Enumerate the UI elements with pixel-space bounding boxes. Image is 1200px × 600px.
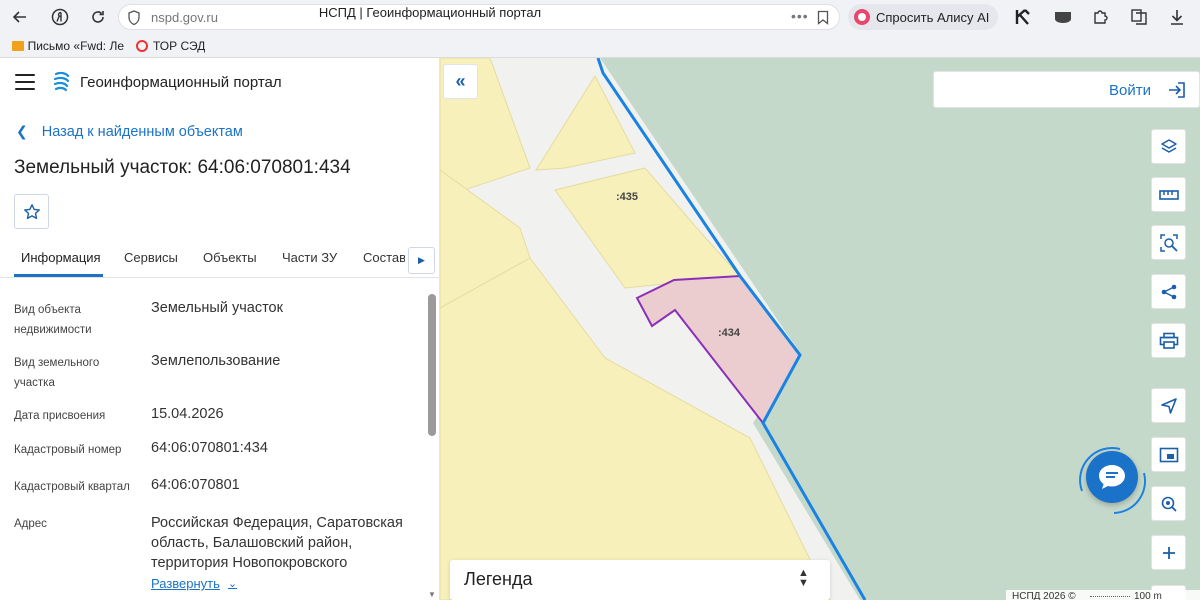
- alice-button-label: Спросить Алису AI: [876, 9, 990, 25]
- triangle-right-icon: ▶: [418, 255, 425, 265]
- zoom-in-button[interactable]: [1151, 535, 1186, 570]
- menu-icon[interactable]: [15, 74, 35, 90]
- collapse-panel-button[interactable]: «: [443, 64, 478, 99]
- legend-toggle-icon[interactable]: ▲ ▼: [798, 568, 809, 589]
- chat-bubble-icon: [1099, 465, 1125, 489]
- login-button[interactable]: Войти: [1109, 82, 1151, 99]
- star-icon: [23, 203, 40, 219]
- minimap-button[interactable]: [1151, 437, 1186, 472]
- parcel-label-435: :435: [616, 191, 639, 203]
- tab-objects[interactable]: Объекты: [203, 250, 257, 265]
- chat-widget[interactable]: [1074, 443, 1150, 519]
- bookmark-mail-label: Письмо «Fwd: Ле: [27, 39, 124, 53]
- ruler-icon: [1158, 189, 1179, 200]
- layers-button[interactable]: [1151, 129, 1186, 164]
- mail-icon: [12, 41, 24, 51]
- search-location-button[interactable]: [1151, 486, 1186, 521]
- tab-composition[interactable]: Состав: [363, 250, 405, 265]
- download-icon[interactable]: [1166, 6, 1188, 28]
- row-label: Дата присвоения: [14, 410, 106, 422]
- site-info-icon[interactable]: [127, 10, 141, 31]
- minimap-icon: [1159, 447, 1178, 462]
- favorite-button[interactable]: [14, 194, 49, 229]
- row-label: Вид земельного участка: [14, 357, 100, 389]
- search-location-icon: [1161, 496, 1177, 512]
- browser-chrome: nspd.gov.ru ••• НСПД | Геоинформационный…: [0, 0, 1200, 58]
- select-area-button[interactable]: [1151, 225, 1186, 260]
- select-area-icon: [1159, 233, 1178, 252]
- row-value: Земельный участок: [151, 300, 283, 316]
- kaspersky-extension-icon[interactable]: [1012, 6, 1034, 28]
- expand-label: Развернуть: [151, 576, 220, 591]
- layers-icon: [1160, 138, 1177, 153]
- object-title: Земельный участок: 64:06:070801:434: [14, 157, 351, 178]
- tab-information[interactable]: Информация: [21, 250, 101, 265]
- print-icon: [1159, 332, 1178, 349]
- row-label: Вид объекта недвижимости: [14, 304, 92, 336]
- address-value: Российская Федерация, Саратовская област…: [151, 515, 403, 571]
- row-label: Кадастровый квартал: [14, 481, 130, 493]
- zoom-in-icon: [1162, 546, 1175, 559]
- double-chevron-left-icon: «: [455, 71, 466, 91]
- scroll-down-arrow-icon[interactable]: ▼: [428, 590, 436, 599]
- scale-bar: НСПД 2026 © 100 m: [1006, 590, 1200, 600]
- locate-icon: [1160, 397, 1177, 414]
- land-parcel-n: [535, 74, 636, 171]
- bookmark-tor-sed[interactable]: ТОР СЭД: [136, 39, 205, 53]
- row-label: Адрес: [14, 518, 47, 530]
- alice-icon: [854, 9, 870, 25]
- share-button[interactable]: [1151, 274, 1186, 309]
- tab-services[interactable]: Сервисы: [124, 250, 178, 265]
- reload-icon[interactable]: [86, 5, 110, 29]
- sign-in-icon: [1167, 80, 1187, 105]
- ring-icon: [136, 40, 148, 52]
- chevron-left-icon: ❮: [16, 123, 28, 139]
- parcel-label-434: :434: [718, 327, 741, 339]
- collections-icon[interactable]: [1128, 6, 1150, 28]
- page-title: НСПД | Геоинформационный портал: [318, 5, 542, 20]
- expand-link[interactable]: Развернуть ⌄: [151, 576, 237, 591]
- row-label: Кадастровый номер: [14, 444, 122, 456]
- map-view[interactable]: :435 :434 « Войти Легенда ▲ ▼ НСПД 2026 …: [440, 58, 1200, 600]
- wallet-extension-icon[interactable]: [1052, 6, 1074, 28]
- chat-button[interactable]: [1086, 451, 1138, 503]
- more-dots-icon[interactable]: •••: [791, 8, 809, 24]
- ruler-button[interactable]: [1151, 177, 1186, 212]
- legend-panel[interactable]: Легенда ▲ ▼: [450, 560, 830, 600]
- object-tabs: Информация Сервисы Объекты Части ЗУ Сост…: [0, 236, 439, 278]
- yandex-logo-icon[interactable]: [48, 5, 72, 29]
- tabs-scroll-right-button[interactable]: ▶: [408, 247, 435, 274]
- login-bar[interactable]: Войти: [933, 71, 1200, 108]
- alice-button[interactable]: Спросить Алису AI: [848, 4, 998, 30]
- row-value: 64:06:070801: [151, 477, 240, 493]
- url-text: nspd.gov.ru: [151, 10, 218, 25]
- portal-name: Геоинформационный портал: [80, 74, 282, 91]
- back-arrow-icon[interactable]: [8, 5, 32, 29]
- legend-title: Легенда: [464, 569, 533, 589]
- back-to-results-link[interactable]: ❮ Назад к найденным объектам: [16, 123, 243, 140]
- print-button[interactable]: [1151, 323, 1186, 358]
- bookmarks-bar: Письмо «Fwd: Ле ТОР СЭД: [0, 36, 1200, 56]
- copyright-text: НСПД 2026 ©: [1012, 591, 1076, 600]
- back-link-label: Назад к найденным объектам: [41, 123, 243, 140]
- bookmark-tor-sed-label: ТОР СЭД: [153, 39, 206, 53]
- row-value: 64:06:070801:434: [151, 440, 268, 456]
- active-tab-indicator: [14, 274, 103, 277]
- chevron-down-icon: ⌄: [227, 578, 238, 590]
- bookmark-mail[interactable]: Письмо «Fwd: Ле: [12, 39, 124, 53]
- locate-button[interactable]: [1151, 388, 1186, 423]
- share-icon: [1161, 284, 1176, 299]
- address-bar-row: nspd.gov.ru ••• НСПД | Геоинформационный…: [0, 0, 1200, 34]
- tab-parts[interactable]: Части ЗУ: [282, 250, 337, 265]
- portal-logo-icon: [52, 71, 72, 98]
- panel-scrollbar[interactable]: [428, 294, 436, 436]
- scale-label: 100 m: [1134, 591, 1162, 600]
- info-panel: Геоинформационный портал ❮ Назад к найде…: [0, 58, 440, 600]
- scale-line: [1090, 596, 1130, 597]
- extensions-puzzle-icon[interactable]: [1090, 6, 1112, 28]
- row-value: 15.04.2026: [151, 406, 224, 422]
- bookmark-icon[interactable]: [817, 10, 829, 30]
- row-value: Землепользование: [151, 353, 281, 369]
